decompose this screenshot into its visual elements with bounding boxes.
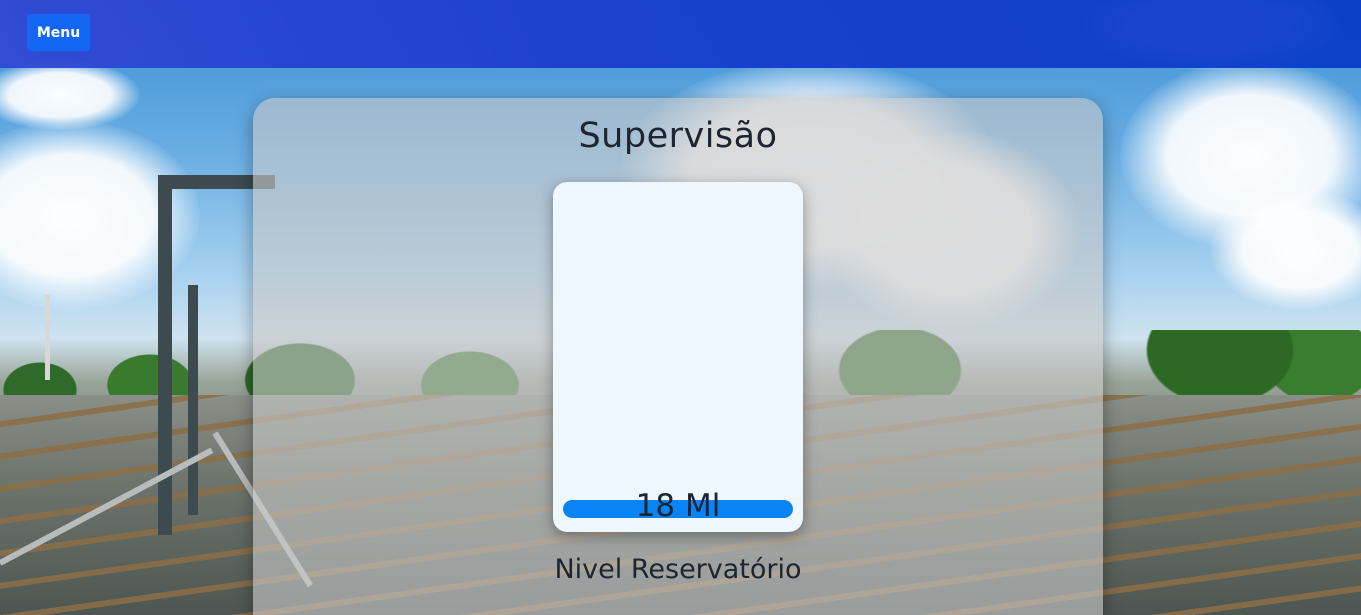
reservoir-level-label: Nivel Reservatório [554, 554, 802, 585]
page-title: Supervisão [578, 116, 778, 156]
supervision-panel: Supervisão 18 Ml Nivel Reservatório [253, 98, 1103, 615]
top-navigation-bar: Menu [0, 0, 1361, 68]
reservoir-level-gauge: 18 Ml [553, 182, 803, 532]
menu-button[interactable]: Menu [27, 14, 90, 51]
level-value: 18 Ml [635, 488, 721, 524]
